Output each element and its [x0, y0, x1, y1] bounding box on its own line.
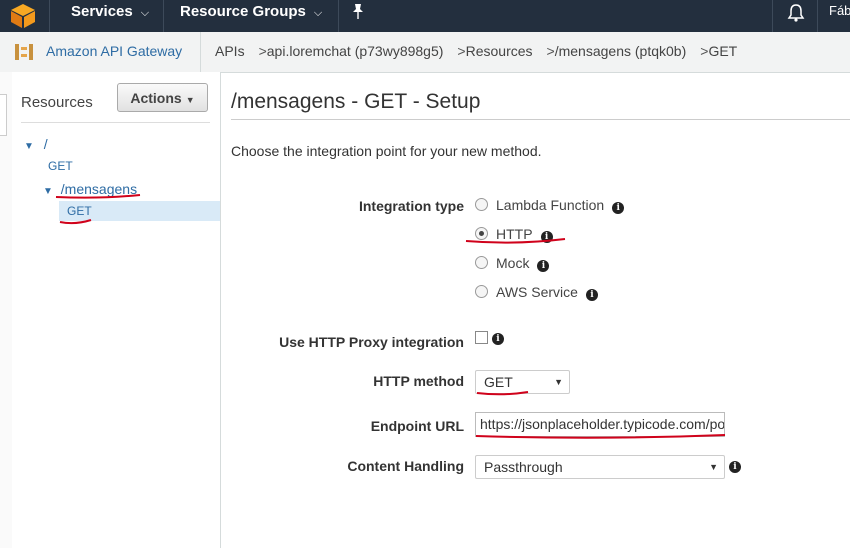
breadcrumb-divider — [200, 32, 201, 72]
dropdown-arrow-icon: ▼ — [709, 462, 718, 472]
radio-lambda-function[interactable]: Lambda Function i — [475, 197, 625, 214]
breadcrumb-separator: > — [258, 43, 267, 59]
radio-label: HTTP — [496, 226, 533, 242]
services-menu[interactable]: Services ⌵ — [71, 0, 149, 32]
chevron-down-icon: ⌵ — [140, 7, 150, 19]
nav-divider — [163, 0, 164, 32]
info-icon[interactable]: i — [612, 202, 625, 214]
breadcrumb-apis[interactable]: APIs — [215, 43, 245, 59]
dropdown-arrow-icon: ▼ — [554, 377, 563, 387]
breadcrumb-method: GET — [708, 43, 738, 59]
info-icon[interactable]: i — [492, 333, 504, 345]
services-label: Services — [71, 3, 133, 20]
radio-label: Mock — [496, 255, 530, 271]
radio-mock[interactable]: Mock i — [475, 255, 550, 272]
tree-node-root[interactable]: ▼ / — [24, 136, 48, 152]
breadcrumb: APIs >api.loremchat (p73wy898g5) >Resource… — [215, 43, 737, 59]
radio-button[interactable] — [475, 256, 488, 269]
http-method-select[interactable]: GET ▼ — [475, 370, 570, 394]
http-proxy-checkbox[interactable] — [475, 331, 488, 344]
chevron-down-icon: ⌵ — [313, 7, 323, 19]
actions-button[interactable]: Actions ▼ — [117, 83, 208, 112]
content-handling-label: Content Handling — [347, 458, 464, 474]
info-icon[interactable]: i — [729, 461, 741, 473]
tree-node-label: /mensagens — [60, 181, 138, 197]
page-title: /mensagens - GET - Setup — [231, 90, 481, 113]
tree-node-mensagens[interactable]: ▼ /mensagens — [43, 181, 137, 197]
service-name-link[interactable]: Amazon API Gateway — [46, 43, 182, 59]
radio-label: Lambda Function — [496, 197, 605, 213]
nav-divider — [772, 0, 773, 32]
pin-icon[interactable] — [351, 3, 365, 21]
integration-type-label: Integration type — [358, 198, 464, 214]
http-proxy-label: Use HTTP Proxy integration — [279, 334, 464, 350]
nav-divider — [817, 0, 818, 32]
breadcrumb-separator: > — [457, 43, 466, 59]
resource-groups-menu[interactable]: Resource Groups ⌵ — [180, 0, 322, 32]
tree-method-get-root[interactable]: GET — [48, 159, 73, 173]
info-icon[interactable]: i — [540, 231, 553, 243]
intro-text: Choose the integration point for your ne… — [231, 143, 542, 159]
radio-button[interactable] — [475, 198, 488, 211]
nav-divider — [338, 0, 339, 32]
user-menu[interactable]: Fáb — [829, 3, 850, 18]
radio-button[interactable] — [475, 285, 488, 298]
tree-node-label: / — [43, 136, 48, 152]
actions-label: Actions — [130, 90, 182, 106]
content-handling-select[interactable]: Passthrough ▼ — [475, 455, 725, 479]
http-method-label: HTTP method — [373, 373, 464, 389]
breadcrumb-bar: Amazon API Gateway APIs >api.loremchat (p… — [0, 32, 850, 73]
resource-groups-label: Resource Groups — [180, 3, 306, 20]
collapse-panel-toggle[interactable] — [0, 94, 7, 136]
resources-panel: Resources Actions ▼ ▼ / GET ▼ /mensagens … — [12, 72, 221, 548]
radio-label: AWS Service — [496, 284, 578, 300]
http-method-value: GET — [484, 374, 513, 390]
endpoint-url-label: Endpoint URL — [370, 418, 464, 434]
expand-triangle-icon: ▼ — [24, 141, 34, 152]
title-divider — [231, 119, 850, 120]
caret-down-icon: ▼ — [185, 95, 195, 105]
content-handling-value: Passthrough — [484, 459, 563, 475]
bell-icon[interactable] — [786, 3, 806, 23]
radio-button-selected[interactable] — [475, 227, 488, 240]
api-gateway-icon — [15, 44, 33, 60]
nav-divider — [49, 0, 50, 32]
breadcrumb-resources[interactable]: Resources — [466, 43, 533, 59]
info-icon[interactable]: i — [585, 289, 598, 301]
expand-triangle-icon: ▼ — [43, 186, 53, 197]
resources-title: Resources — [21, 94, 93, 111]
radio-http[interactable]: HTTP i — [475, 226, 553, 243]
top-navigation-bar: Services ⌵ Resource Groups ⌵ Fáb — [0, 0, 850, 32]
info-icon[interactable]: i — [537, 260, 550, 272]
breadcrumb-api[interactable]: api.loremchat (p73wy898g5) — [267, 43, 444, 59]
endpoint-url-input[interactable]: https://jsonplaceholder.typicode.com/po — [475, 412, 725, 437]
breadcrumb-resource[interactable]: /mensagens (ptqk0b) — [555, 43, 687, 59]
tree-method-get-mensagens[interactable]: GET — [67, 204, 92, 218]
radio-aws-service[interactable]: AWS Service i — [475, 284, 598, 301]
aws-cube-logo-icon[interactable] — [9, 3, 37, 29]
panel-divider — [21, 122, 210, 123]
breadcrumb-separator: > — [546, 43, 555, 59]
